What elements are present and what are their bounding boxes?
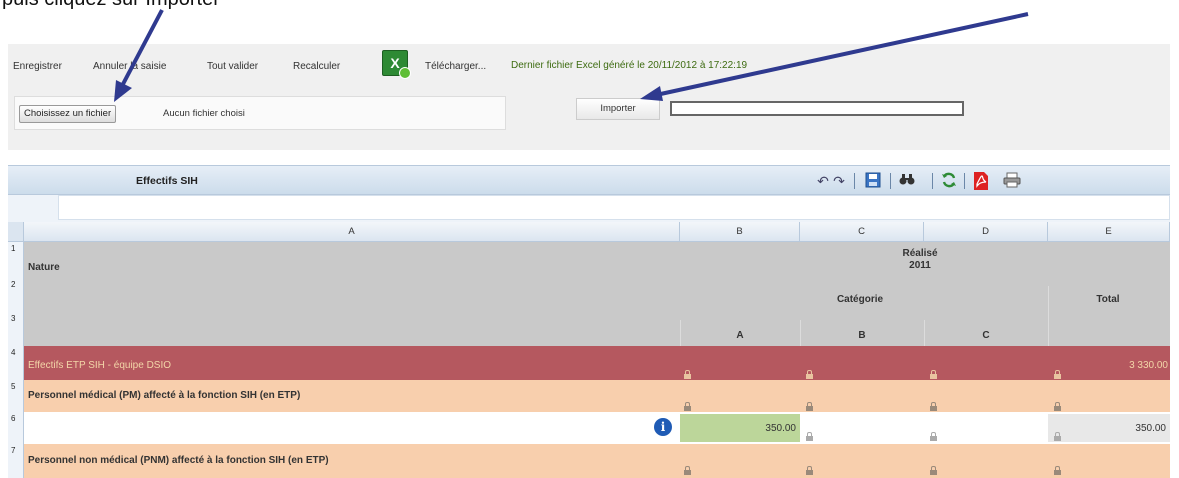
lock-icon: [930, 432, 937, 441]
row-5-label: Personnel médical (PM) affecté à la fonc…: [28, 390, 301, 401]
importer-button[interactable]: Importer: [576, 98, 660, 120]
realise-header: Réalisé: [902, 248, 938, 259]
panel-header: Effectifs SIH ↶ ↷: [8, 165, 1170, 195]
column-header[interactable]: C: [800, 222, 924, 242]
categorie-header: Catégorie: [836, 294, 884, 305]
row-number[interactable]: 7: [8, 444, 24, 478]
row-6-value-b[interactable]: 350.00: [706, 423, 796, 434]
toolbar-separator: [854, 173, 855, 189]
row-number[interactable]: 4: [8, 346, 24, 380]
toolbar: Enregistrer Annuler la saisie Tout valid…: [8, 44, 1170, 150]
instruction-caption: puis cliquez sur Importer: [2, 0, 220, 11]
refresh-icon[interactable]: [940, 172, 958, 190]
category-a-header: A: [736, 330, 744, 341]
table-row: [24, 412, 1170, 444]
row-number[interactable]: 2: [8, 278, 24, 312]
category-c-header: C: [982, 330, 990, 341]
enregistrer-button[interactable]: Enregistrer: [8, 56, 67, 76]
column-header[interactable]: E: [1048, 222, 1170, 242]
telecharger-button[interactable]: Télécharger...: [420, 56, 491, 76]
category-b-header: B: [858, 330, 866, 341]
nature-header: Nature: [28, 262, 60, 273]
total-header: Total: [1096, 294, 1120, 305]
row-4-total: 3 330.00: [1129, 360, 1168, 371]
save-disk-icon[interactable]: [864, 172, 882, 190]
row-number[interactable]: 1: [8, 242, 24, 278]
toolbar-separator: [932, 173, 933, 189]
no-file-label: Aucun fichier choisi: [163, 108, 245, 119]
pdf-icon[interactable]: [972, 172, 990, 190]
choose-file-button[interactable]: Choisissez un fichier: [19, 105, 117, 123]
column-header[interactable]: A: [24, 222, 680, 242]
lock-icon: [806, 370, 813, 379]
lock-icon: [930, 466, 937, 475]
redo-icon[interactable]: ↷: [832, 172, 846, 190]
last-excel-file-status: Dernier fichier Excel généré le 20/11/20…: [511, 60, 748, 71]
annuler-saisie-button[interactable]: Annuler la saisie: [88, 56, 171, 76]
row-6-total: 350.00: [1135, 423, 1166, 434]
lock-icon: [930, 370, 937, 379]
column-header[interactable]: B: [680, 222, 800, 242]
lock-icon: [1054, 432, 1061, 441]
grid-line: [1048, 286, 1049, 346]
formula-bar: [8, 195, 1170, 222]
file-upload-area: Choisissez un fichier Aucun fichier choi…: [14, 96, 506, 130]
binoculars-icon[interactable]: [898, 172, 916, 190]
lock-icon: [1054, 466, 1061, 475]
lock-icon: [684, 402, 691, 411]
row-number[interactable]: 3: [8, 312, 24, 346]
corner-cell: [8, 222, 24, 242]
tout-valider-button[interactable]: Tout valider: [202, 56, 263, 76]
row-4-label: Effectifs ETP SIH - équipe DSIO: [28, 360, 172, 371]
row-number[interactable]: 5: [8, 380, 24, 412]
row-number[interactable]: 6: [8, 412, 24, 444]
formula-input[interactable]: [58, 195, 1170, 220]
recalculer-button[interactable]: Recalculer: [288, 56, 345, 76]
row-7-label: Personnel non médical (PNM) affecté à la…: [28, 455, 329, 466]
lock-icon: [684, 466, 691, 475]
grid-line: [680, 320, 681, 346]
toolbar-separator: [890, 173, 891, 189]
lock-icon: [1054, 370, 1061, 379]
year-header: 2011: [909, 260, 931, 271]
column-header[interactable]: D: [924, 222, 1048, 242]
panel-title: Effectifs SIH: [136, 175, 198, 187]
lock-icon: [684, 370, 691, 379]
table-row: [24, 346, 1170, 380]
grid-line: [800, 320, 801, 346]
undo-icon[interactable]: ↶: [816, 172, 830, 190]
lock-icon: [1054, 402, 1061, 411]
print-icon[interactable]: [1002, 172, 1022, 190]
lock-icon: [806, 402, 813, 411]
lock-icon: [806, 466, 813, 475]
lock-icon: [806, 432, 813, 441]
import-progress-bar: [670, 101, 964, 116]
grid-line: [924, 320, 925, 346]
lock-icon: [930, 402, 937, 411]
info-icon[interactable]: i: [654, 418, 672, 436]
toolbar-separator: [964, 173, 965, 189]
excel-icon[interactable]: X: [382, 50, 411, 79]
